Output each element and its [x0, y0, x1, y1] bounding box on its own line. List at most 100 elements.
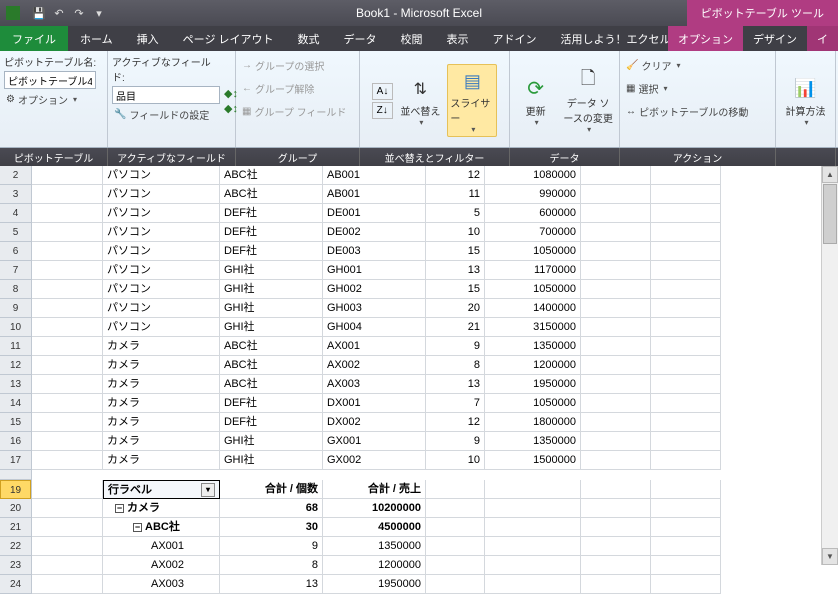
cell[interactable]: GHI社: [220, 299, 323, 318]
worksheet[interactable]: 234567891011121314151617192021222324 パソコ…: [0, 166, 838, 565]
pivot-row-label[interactable]: AX001: [103, 537, 220, 556]
cell[interactable]: [651, 318, 721, 337]
redo-icon[interactable]: ↷: [70, 4, 88, 22]
cell[interactable]: 21: [426, 318, 485, 337]
row-header-8[interactable]: 8: [0, 280, 31, 299]
cell[interactable]: [32, 356, 103, 375]
row-header-11[interactable]: 11: [0, 337, 31, 356]
cell[interactable]: GHI社: [220, 318, 323, 337]
tab-formulas[interactable]: 数式: [286, 26, 332, 51]
select-button[interactable]: ▦選択▾: [624, 80, 750, 97]
cell[interactable]: 11: [426, 185, 485, 204]
cell[interactable]: 3150000: [485, 318, 581, 337]
tab-promo[interactable]: 活用しよう！エクセル: [549, 26, 683, 51]
cell[interactable]: 13: [426, 261, 485, 280]
cell[interactable]: [32, 413, 103, 432]
row-header-20[interactable]: 20: [0, 499, 31, 518]
cell[interactable]: GH002: [323, 280, 426, 299]
cell[interactable]: パソコン: [103, 204, 220, 223]
scroll-up-button[interactable]: ▲: [822, 166, 838, 183]
pivot-row-label[interactable]: −ABC社: [103, 518, 220, 537]
pivot-qty-header[interactable]: 合計 / 個数: [220, 480, 323, 499]
pivot-sales-cell[interactable]: 1950000: [323, 575, 426, 594]
cell[interactable]: [581, 204, 651, 223]
cell[interactable]: 1200000: [485, 356, 581, 375]
refresh-button[interactable]: ⟳ 更新▾: [514, 73, 557, 129]
row-header-5[interactable]: 5: [0, 223, 31, 242]
cell[interactable]: [581, 280, 651, 299]
slicer-button[interactable]: ▤ スライサー▾: [447, 64, 497, 137]
cell[interactable]: 1050000: [485, 394, 581, 413]
tab-home[interactable]: ホーム: [68, 26, 125, 51]
row-header-10[interactable]: 10: [0, 318, 31, 337]
cell[interactable]: カメラ: [103, 375, 220, 394]
cell[interactable]: パソコン: [103, 280, 220, 299]
tab-data[interactable]: データ: [332, 26, 389, 51]
row-header-9[interactable]: 9: [0, 299, 31, 318]
cell[interactable]: ABC社: [220, 166, 323, 185]
cell[interactable]: 1350000: [485, 337, 581, 356]
scroll-thumb[interactable]: [823, 184, 837, 244]
cell[interactable]: カメラ: [103, 432, 220, 451]
cell[interactable]: [651, 261, 721, 280]
cell[interactable]: 8: [426, 356, 485, 375]
cell[interactable]: [581, 451, 651, 470]
cell[interactable]: GHI社: [220, 261, 323, 280]
expand-collapse-icon[interactable]: −: [133, 523, 142, 532]
cell[interactable]: [581, 185, 651, 204]
cell[interactable]: [32, 451, 103, 470]
cell[interactable]: 700000: [485, 223, 581, 242]
row-header-22[interactable]: 22: [0, 537, 31, 556]
cell[interactable]: 1050000: [485, 242, 581, 261]
sort-desc-icon[interactable]: Z↓: [372, 102, 394, 119]
cell[interactable]: [32, 166, 103, 185]
cell[interactable]: 13: [426, 375, 485, 394]
pivot-qty-cell[interactable]: 8: [220, 556, 323, 575]
cell[interactable]: 1800000: [485, 413, 581, 432]
cell[interactable]: [32, 318, 103, 337]
pivot-qty-cell[interactable]: 68: [220, 499, 323, 518]
row-header-21[interactable]: 21: [0, 518, 31, 537]
cell[interactable]: 1050000: [485, 280, 581, 299]
cell[interactable]: AB001: [323, 166, 426, 185]
cell[interactable]: パソコン: [103, 299, 220, 318]
cell[interactable]: [32, 261, 103, 280]
cell[interactable]: [32, 480, 103, 499]
tab-extra[interactable]: イ: [807, 26, 838, 51]
cell[interactable]: [581, 223, 651, 242]
undo-icon[interactable]: ↶: [50, 4, 68, 22]
row-header-14[interactable]: 14: [0, 394, 31, 413]
cell[interactable]: [32, 242, 103, 261]
cell[interactable]: 1080000: [485, 166, 581, 185]
tab-file[interactable]: ファイル: [0, 26, 68, 51]
cell[interactable]: [32, 185, 103, 204]
calculation-button[interactable]: 📊 計算方法▾: [781, 73, 831, 129]
save-icon[interactable]: 💾: [30, 4, 48, 22]
cell[interactable]: [651, 280, 721, 299]
cell[interactable]: ABC社: [220, 337, 323, 356]
ungroup-button[interactable]: ←グループ解除: [240, 80, 348, 97]
field-settings-button[interactable]: 🔧フィールドの設定: [112, 106, 220, 123]
cell[interactable]: [581, 299, 651, 318]
cell[interactable]: 600000: [485, 204, 581, 223]
cell[interactable]: [32, 299, 103, 318]
cell[interactable]: AX003: [323, 375, 426, 394]
cell[interactable]: 15: [426, 242, 485, 261]
tab-review[interactable]: 校閲: [389, 26, 435, 51]
cell[interactable]: 20: [426, 299, 485, 318]
cell[interactable]: ABC社: [220, 356, 323, 375]
cell[interactable]: [32, 432, 103, 451]
cell[interactable]: 12: [426, 413, 485, 432]
cell[interactable]: GH003: [323, 299, 426, 318]
pivot-row-label[interactable]: AX002: [103, 556, 220, 575]
pivot-sales-cell[interactable]: 1350000: [323, 537, 426, 556]
row-header-2[interactable]: 2: [0, 166, 31, 185]
cell[interactable]: DX001: [323, 394, 426, 413]
pivot-row-label-header[interactable]: 行ラベル▾: [103, 480, 220, 499]
cell[interactable]: GHI社: [220, 432, 323, 451]
cell[interactable]: DE001: [323, 204, 426, 223]
cell[interactable]: 1170000: [485, 261, 581, 280]
sort-button[interactable]: ⇅ 並べ替え▾: [395, 73, 445, 129]
cell[interactable]: [651, 185, 721, 204]
filter-dropdown-icon[interactable]: ▾: [201, 483, 215, 497]
